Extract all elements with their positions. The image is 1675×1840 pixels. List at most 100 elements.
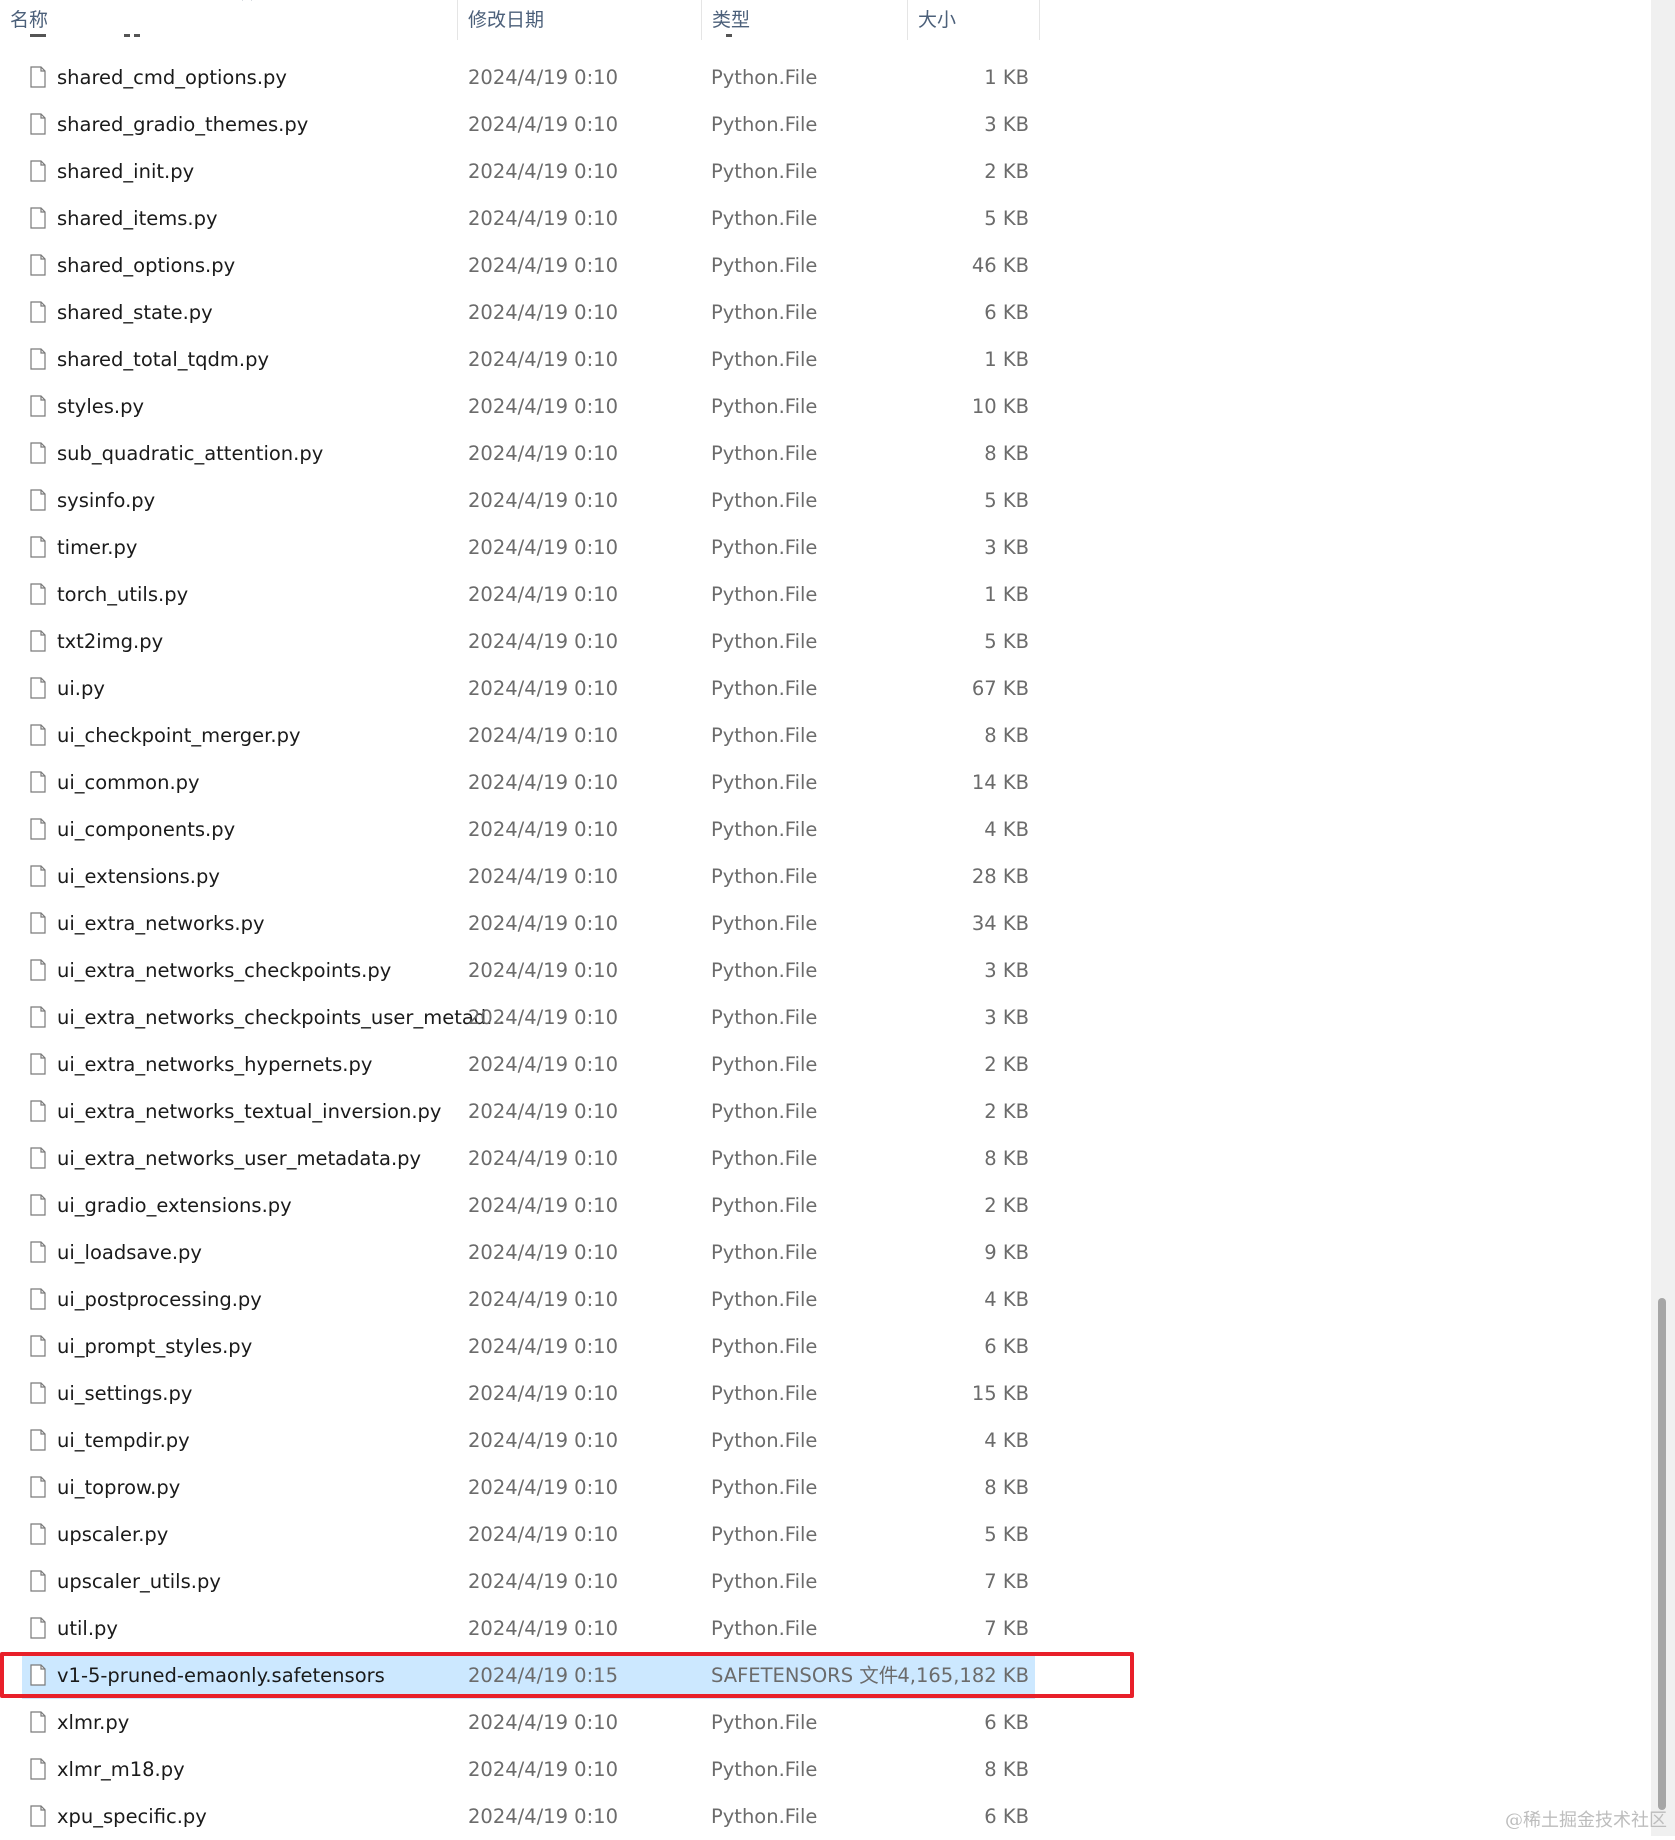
file-name: ui_settings.py	[57, 1382, 193, 1405]
watermark: @稀土掘金技术社区	[1505, 1810, 1667, 1831]
file-type: Python.File	[711, 1523, 818, 1546]
file-row[interactable]: txt2img.py 2024/4/19 0:10 Python.File 5 KB	[0, 618, 1035, 665]
file-row[interactable]: upscaler.py 2024/4/19 0:10 Python.File 5 KB	[0, 1511, 1035, 1558]
file-icon	[30, 254, 46, 276]
file-modified-date: 2024/4/19 0:10	[468, 1429, 618, 1452]
file-size: 9 KB	[984, 1241, 1029, 1264]
file-icon	[30, 1570, 46, 1592]
file-row[interactable]: shared_state.py 2024/4/19 0:10 Python.File…	[0, 289, 1035, 336]
file-row[interactable]: ui_checkpoint_merger.py 2024/4/19 0:10 Pyt…	[0, 712, 1035, 759]
file-icon	[30, 442, 46, 464]
file-row[interactable]: xlmr_m18.py 2024/4/19 0:10 Python.File 8 KB	[0, 1746, 1035, 1793]
file-type: Python.File	[711, 1053, 818, 1076]
file-row[interactable]: styles.py 2024/4/19 0:10 Python.File 10 KB	[0, 383, 1035, 430]
file-row[interactable]: xlmr.py 2024/4/19 0:10 Python.File 6 KB	[0, 1699, 1035, 1746]
scrollbar-thumb[interactable]	[1658, 1298, 1666, 1810]
file-modified-date: 2024/4/19 0:10	[468, 677, 618, 700]
file-row[interactable]: shared_options.py 2024/4/19 0:10 Python.Fi…	[0, 242, 1035, 289]
file-modified-date: 2024/4/19 0:10	[468, 1194, 618, 1217]
file-name: ui_extra_networks_user_metadata.py	[57, 1147, 422, 1170]
file-type: Python.File	[711, 301, 818, 324]
file-row[interactable]: ui_tempdir.py 2024/4/19 0:10 Python.File 4 …	[0, 1417, 1035, 1464]
file-modified-date: 2024/4/19 0:10	[468, 865, 618, 888]
file-modified-date: 2024/4/19 0:10	[468, 113, 618, 136]
file-type: Python.File	[711, 207, 818, 230]
file-size: 5 KB	[984, 630, 1029, 653]
file-row[interactable]: xpu_specific.py 2024/4/19 0:10 Python.File…	[0, 1793, 1035, 1840]
file-row[interactable]: ui_extra_networks_checkpoints.py 2024/4/1…	[0, 947, 1035, 994]
file-name: util.py	[57, 1617, 118, 1640]
file-size: 8 KB	[984, 1758, 1029, 1781]
file-modified-date: 2024/4/19 0:10	[468, 489, 618, 512]
file-row[interactable]: ui.py 2024/4/19 0:10 Python.File 67 KB	[0, 665, 1035, 712]
file-icon	[30, 912, 46, 934]
file-icon	[30, 865, 46, 887]
file-row[interactable]: util.py 2024/4/19 0:10 Python.File 7 KB	[0, 1605, 1035, 1652]
file-name: torch_utils.py	[57, 583, 189, 606]
file-row[interactable]: ui_prompt_styles.py 2024/4/19 0:10 Python.…	[0, 1323, 1035, 1370]
file-name: xlmr.py	[57, 1711, 130, 1734]
file-row[interactable]: torch_utils.py 2024/4/19 0:10 Python.File 1…	[0, 571, 1035, 618]
file-row[interactable]: sub_quadratic_attention.py 2024/4/19 0:10…	[0, 430, 1035, 477]
file-type: Python.File	[711, 1241, 818, 1264]
file-name: upscaler_utils.py	[57, 1570, 221, 1593]
file-row[interactable]: ui_extensions.py 2024/4/19 0:10 Python.Fil…	[0, 853, 1035, 900]
file-modified-date: 2024/4/19 0:10	[468, 1335, 618, 1358]
file-size: 28 KB	[971, 865, 1029, 888]
file-icon	[30, 959, 46, 981]
file-type: Python.File	[711, 348, 818, 371]
file-type: Python.File	[711, 489, 818, 512]
file-type: Python.File	[711, 1711, 818, 1734]
file-row[interactable]: ui_common.py 2024/4/19 0:10 Python.File 14 …	[0, 759, 1035, 806]
file-name: timer.py	[57, 536, 138, 559]
file-row[interactable]: ui_extra_networks.py 2024/4/19 0:10 Python…	[0, 900, 1035, 947]
file-modified-date: 2024/4/19 0:10	[468, 1241, 618, 1264]
file-row[interactable]: ui_settings.py 2024/4/19 0:10 Python.File 1…	[0, 1370, 1035, 1417]
file-type: Python.File	[711, 1382, 818, 1405]
file-modified-date: 2024/4/19 0:10	[468, 1523, 618, 1546]
file-modified-date: 2024/4/19 0:10	[468, 1805, 618, 1828]
file-name: styles.py	[57, 395, 145, 418]
file-name: txt2img.py	[57, 630, 164, 653]
file-size: 2 KB	[984, 1194, 1029, 1217]
file-row[interactable]: ui_loadsave.py 2024/4/19 0:10 Python.File 9…	[0, 1229, 1035, 1276]
file-row[interactable]: ui_extra_networks_user_metadata.py 2024/4…	[0, 1135, 1035, 1182]
file-size: 6 KB	[984, 1805, 1029, 1828]
file-row[interactable]: timer.py 2024/4/19 0:10 Python.File 3 KB	[0, 524, 1035, 571]
file-row[interactable]: upscaler_utils.py 2024/4/19 0:10 Python.Fi…	[0, 1558, 1035, 1605]
file-row[interactable]: shared_gradio_themes.py 2024/4/19 0:10 Pyt…	[0, 101, 1035, 148]
file-name: ui_postprocessing.py	[57, 1288, 262, 1311]
file-modified-date: 2024/4/19 0:10	[468, 724, 618, 747]
file-row[interactable]: ui_extra_networks_textual_inversion.py 20…	[0, 1088, 1035, 1135]
file-icon	[30, 395, 46, 417]
file-icon	[30, 1382, 46, 1404]
file-type: Python.File	[711, 1194, 818, 1217]
file-modified-date: 2024/4/19 0:10	[468, 771, 618, 794]
file-row[interactable]: ui_postprocessing.py 2024/4/19 0:10 Python…	[0, 1276, 1035, 1323]
file-icon	[30, 771, 46, 793]
chevron-up-icon	[242, 0, 252, 1]
file-modified-date: 2024/4/19 0:10	[468, 442, 618, 465]
file-row[interactable]: ui_extra_networks_checkpoints_user_metad…	[0, 994, 1035, 1041]
file-row[interactable]: sysinfo.py 2024/4/19 0:10 Python.File 5 KB	[0, 477, 1035, 524]
file-type: Python.File	[711, 818, 818, 841]
file-icon	[30, 489, 46, 511]
vertical-scrollbar[interactable]	[1651, 0, 1675, 1836]
file-size: 1 KB	[984, 66, 1029, 89]
file-row[interactable]: shared_items.py 2024/4/19 0:10 Python.File…	[0, 195, 1035, 242]
file-row[interactable]: shared_total_tqdm.py 2024/4/19 0:10 Python…	[0, 336, 1035, 383]
file-size: 67 KB	[971, 677, 1029, 700]
file-row[interactable]: shared_init.py 2024/4/19 0:10 Python.File 2…	[0, 148, 1035, 195]
file-size: 5 KB	[984, 1523, 1029, 1546]
file-row[interactable]: shared_cmd_options.py 2024/4/19 0:10 Pytho…	[0, 54, 1035, 101]
file-row[interactable]: ui_components.py 2024/4/19 0:10 Python.Fil…	[0, 806, 1035, 853]
file-name: ui_extra_networks_checkpoints_user_metad…	[57, 1006, 505, 1029]
file-row[interactable]: ui_extra_networks_hypernets.py 2024/4/19 …	[0, 1041, 1035, 1088]
file-size: 10 KB	[971, 395, 1029, 418]
file-size: 34 KB	[971, 912, 1029, 935]
file-icon	[30, 1053, 46, 1075]
file-icon	[30, 630, 46, 652]
file-row[interactable]: ui_toprow.py 2024/4/19 0:10 Python.File 8 K…	[0, 1464, 1035, 1511]
file-row[interactable]: ui_gradio_extensions.py 2024/4/19 0:10 Pyt…	[0, 1182, 1035, 1229]
file-type: Python.File	[711, 771, 818, 794]
